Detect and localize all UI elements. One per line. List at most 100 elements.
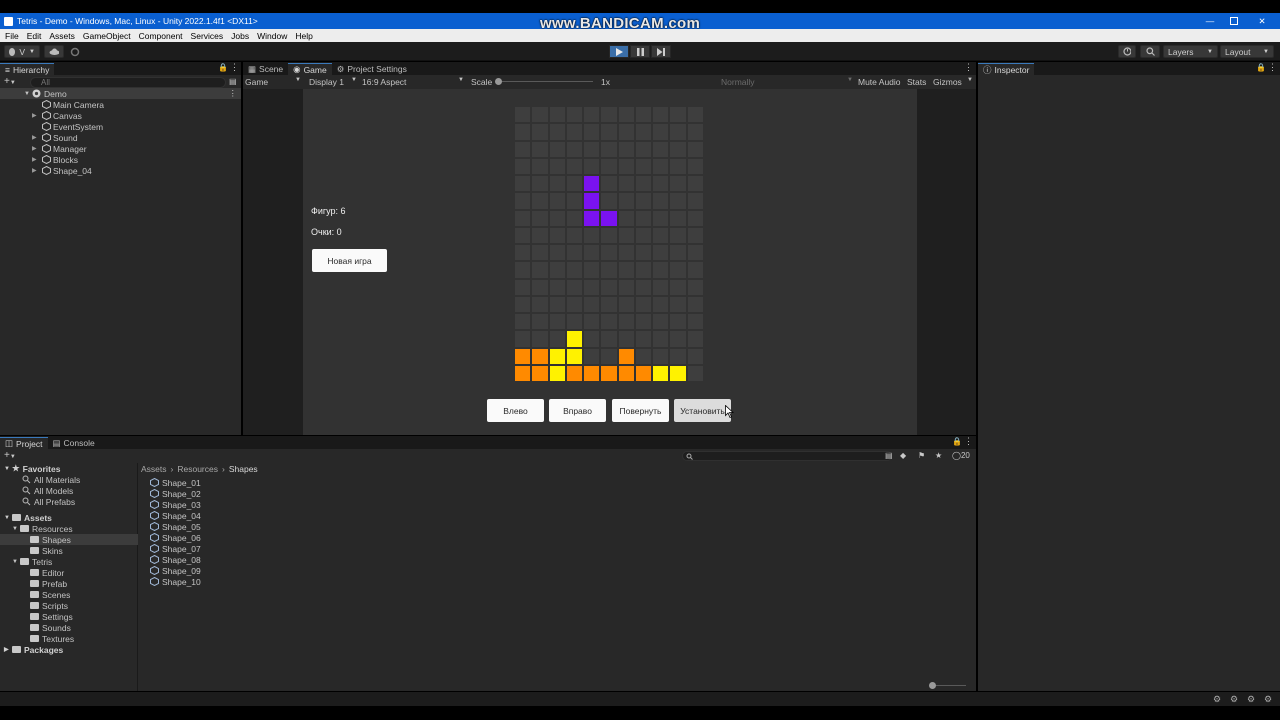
play-mode-dropdown[interactable]: Normally ▼ <box>721 77 853 87</box>
tab-game[interactable]: ◉ Game <box>288 63 332 75</box>
lock-icon[interactable]: 🔒 <box>952 437 962 446</box>
undo-history-button[interactable] <box>1118 45 1136 58</box>
project-search-input[interactable] <box>682 451 892 461</box>
tab-inspector[interactable]: ⓘ Inspector <box>978 63 1035 75</box>
cloud-button[interactable] <box>44 45 64 58</box>
progress-icon[interactable]: ⚙ <box>1264 694 1272 705</box>
left-button[interactable]: Влево <box>487 399 544 422</box>
game-view-dropdown[interactable]: Game ▼ <box>245 77 301 87</box>
mute-audio-toggle[interactable]: Mute Audio <box>858 77 901 87</box>
tab-project-settings[interactable]: ⚙ Project Settings <box>332 63 412 75</box>
menu-component[interactable]: Component <box>139 31 183 41</box>
place-button[interactable]: Установить <box>674 399 731 422</box>
pause-button[interactable] <box>630 45 650 58</box>
menu-gameobject[interactable]: GameObject <box>83 31 131 41</box>
folder-item[interactable]: Scripts <box>30 600 68 611</box>
hierarchy-item[interactable]: Main Camera <box>0 99 241 110</box>
tab-project[interactable]: ◫ Project <box>0 437 48 449</box>
menu-edit[interactable]: Edit <box>27 31 42 41</box>
folder-item[interactable]: Prefab <box>30 578 67 589</box>
scene-visibility-icon[interactable]: ▤ <box>229 77 237 86</box>
scene-menu-icon[interactable]: ⋮ <box>229 88 238 99</box>
icon-size-slider[interactable] <box>929 682 966 689</box>
hierarchy-item[interactable]: ▶ Manager <box>0 143 241 154</box>
asset-file[interactable]: Shape_03 <box>150 499 201 510</box>
menu-services[interactable]: Services <box>191 31 224 41</box>
account-dropdown[interactable]: V ▼ <box>4 45 40 58</box>
favorite-item[interactable]: All Prefabs <box>22 496 75 507</box>
asset-file[interactable]: Shape_09 <box>150 565 201 576</box>
scale-slider-handle[interactable] <box>495 78 502 85</box>
hidden-packages-toggle[interactable]: ◯ 20 <box>952 451 970 460</box>
asset-file[interactable]: Shape_08 <box>150 554 201 565</box>
folder-item[interactable]: Editor <box>30 567 64 578</box>
network-icon[interactable]: ⚙ <box>1247 694 1255 705</box>
star-icon[interactable]: ★ <box>935 451 942 460</box>
hierarchy-item[interactable]: ▶ Canvas <box>0 110 241 121</box>
chevron-right-icon[interactable]: ▶ <box>0 112 37 119</box>
folder-item-selected[interactable]: Shapes <box>0 534 138 545</box>
right-button[interactable]: Вправо <box>549 399 606 422</box>
aspect-dropdown[interactable]: 16:9 Aspect ▼ <box>362 77 464 87</box>
asset-file[interactable]: Shape_05 <box>150 521 201 532</box>
folder-item[interactable]: Textures <box>30 633 74 644</box>
cache-icon[interactable]: ⚙ <box>1230 694 1238 705</box>
chevron-right-icon[interactable]: ▶ <box>0 156 37 163</box>
breadcrumb-assets[interactable]: Assets <box>141 464 167 474</box>
asset-file[interactable]: Shape_06 <box>150 532 201 543</box>
layers-dropdown[interactable]: Layers ▼ <box>1163 45 1218 58</box>
scale-slider[interactable] <box>495 78 593 85</box>
create-button[interactable]: +▼ <box>4 76 16 87</box>
favorite-item[interactable]: All Materials <box>22 474 80 485</box>
step-button[interactable] <box>651 45 671 58</box>
breadcrumb-shapes[interactable]: Shapes <box>229 464 258 474</box>
tab-console[interactable]: ▤ Console <box>48 437 100 449</box>
panel-menu-icon[interactable]: ⋮ <box>230 62 239 73</box>
tab-scene[interactable]: ▦ Scene <box>243 63 288 75</box>
chevron-right-icon[interactable]: ▶ <box>0 145 37 152</box>
hierarchy-item[interactable]: EventSystem <box>0 121 241 132</box>
menu-assets[interactable]: Assets <box>49 31 75 41</box>
tab-hierarchy[interactable]: ≡ Hierarchy <box>0 63 55 75</box>
lock-icon[interactable]: 🔒 <box>1256 63 1266 72</box>
menu-file[interactable]: File <box>5 31 19 41</box>
hierarchy-item[interactable]: ▶ Shape_04 <box>0 165 241 176</box>
hierarchy-scene-row[interactable]: ▼ Demo ⋮ <box>0 88 241 99</box>
gizmos-dropdown[interactable]: Gizmos ▼ <box>933 77 973 87</box>
packages-root[interactable]: ▶ Packages <box>4 644 63 655</box>
hierarchy-item[interactable]: ▶ Blocks <box>0 154 241 165</box>
panel-menu-icon[interactable]: ⋮ <box>964 62 973 73</box>
play-button[interactable] <box>609 45 629 58</box>
layout-dropdown[interactable]: Layout ▼ <box>1220 45 1274 58</box>
asset-file[interactable]: Shape_01 <box>150 477 201 488</box>
display-dropdown[interactable]: Display 1 ▼ <box>309 77 357 87</box>
menu-jobs[interactable]: Jobs <box>231 31 249 41</box>
folder-item[interactable]: ▼ Tetris <box>12 556 52 567</box>
stats-toggle[interactable]: Stats <box>907 77 926 87</box>
folder-item[interactable]: Scenes <box>30 589 70 600</box>
debug-icon[interactable]: ⚙ <box>1213 694 1221 705</box>
lock-icon[interactable]: 🔒 <box>218 63 228 72</box>
folder-item[interactable]: ▼ Resources <box>12 523 73 534</box>
favorites-header[interactable]: ▼ ★ Favorites <box>4 463 60 474</box>
asset-file[interactable]: Shape_10 <box>150 576 201 587</box>
search-by-type-icon[interactable]: ▤ <box>885 451 893 460</box>
breadcrumb-resources[interactable]: Resources <box>177 464 218 474</box>
collab-button[interactable] <box>70 47 80 57</box>
folder-item[interactable]: Skins <box>30 545 63 556</box>
folder-item[interactable]: Settings <box>30 611 73 622</box>
hierarchy-search-input[interactable]: All <box>30 77 226 88</box>
chevron-right-icon[interactable]: ▶ <box>0 134 37 141</box>
assets-root[interactable]: ▼ Assets <box>4 512 52 523</box>
panel-menu-icon[interactable]: ⋮ <box>964 436 973 447</box>
new-game-button[interactable]: Новая игра <box>312 249 387 272</box>
chevron-right-icon[interactable]: ▶ <box>0 167 37 174</box>
asset-file[interactable]: Shape_07 <box>150 543 201 554</box>
rotate-button[interactable]: Повернуть <box>612 399 669 422</box>
close-window-button[interactable]: ✕ <box>1244 13 1280 29</box>
menu-window[interactable]: Window <box>257 31 287 41</box>
icon-size-slider-handle[interactable] <box>929 682 936 689</box>
label-tag-icon[interactable]: ⚑ <box>918 451 925 460</box>
menu-help[interactable]: Help <box>295 31 312 41</box>
create-asset-button[interactable]: +▼ <box>4 450 16 461</box>
